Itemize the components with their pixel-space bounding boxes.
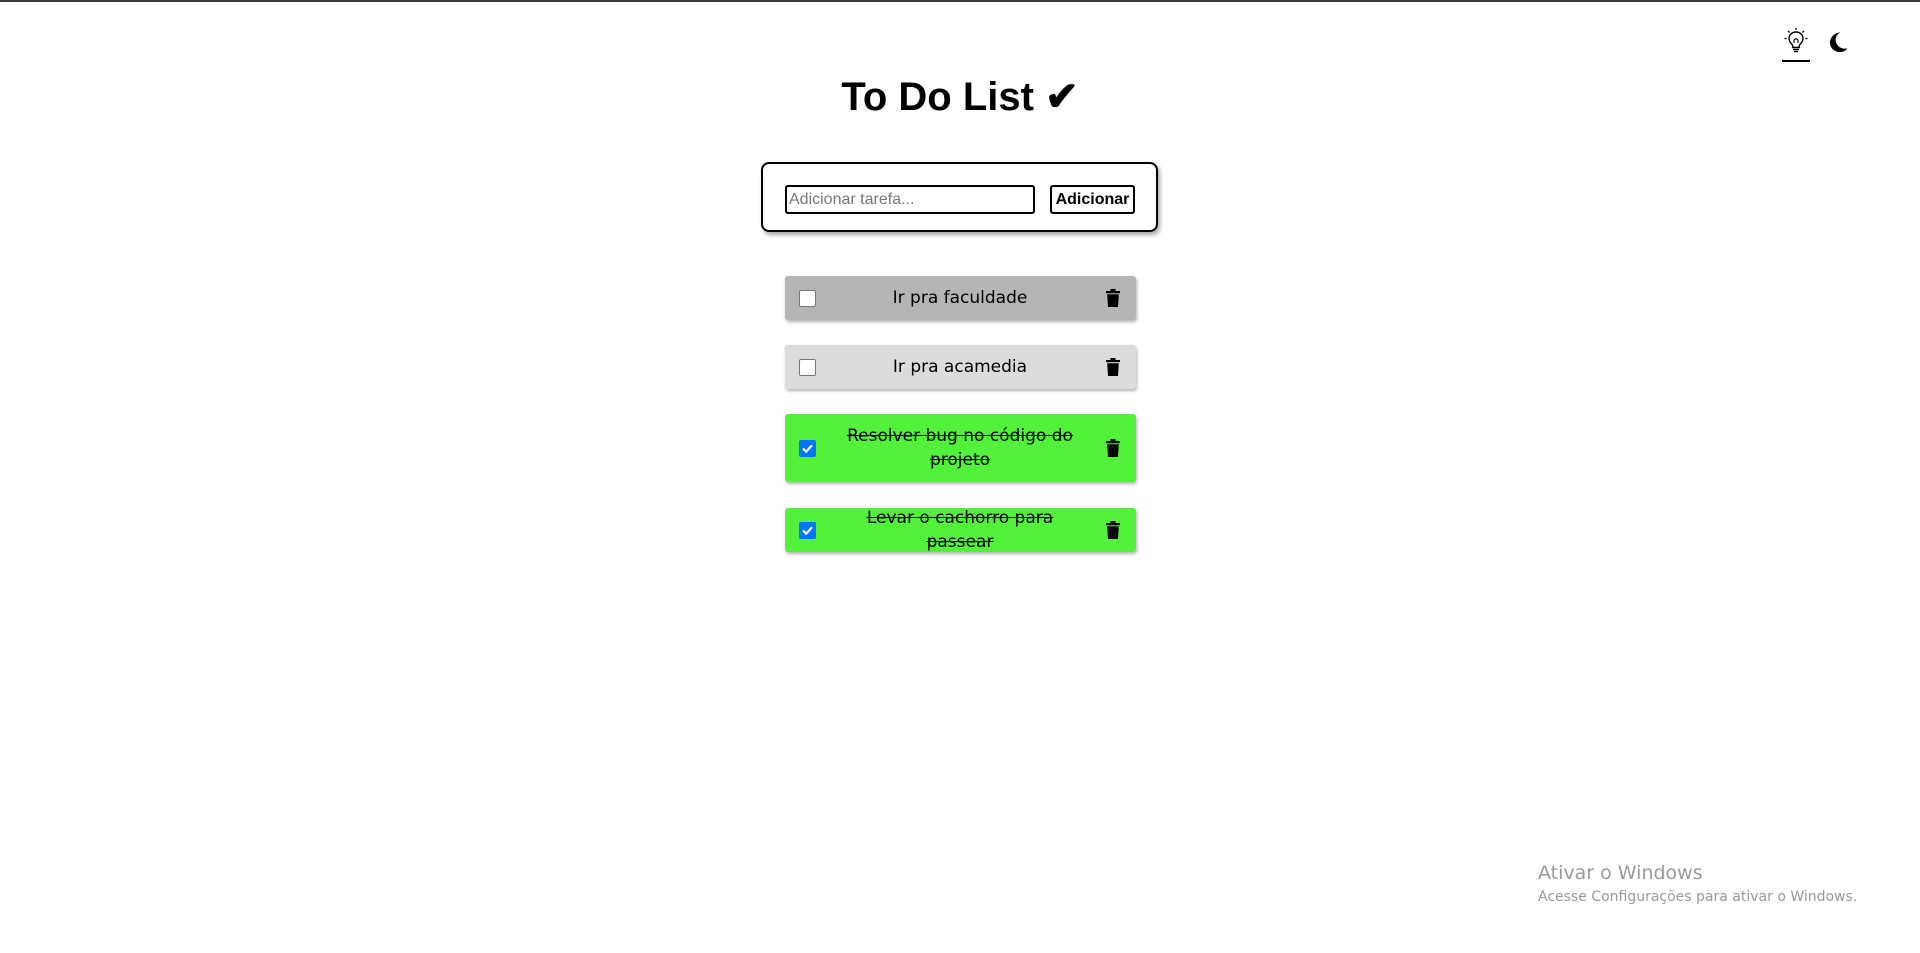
windows-activation-watermark: Ativar o Windows Acesse Configurações pa… (1538, 860, 1857, 908)
add-button[interactable]: Adicionar (1050, 185, 1135, 214)
trash-icon[interactable] (1106, 289, 1120, 307)
dark-theme-button[interactable] (1824, 25, 1852, 61)
task-text: Resolver bug no código do projeto (847, 426, 1073, 470)
trash-icon[interactable] (1106, 358, 1120, 376)
top-border (0, 0, 1920, 2)
task-item: Ir pra faculdade (785, 276, 1136, 320)
trash-icon[interactable] (1106, 521, 1120, 539)
lightbulb-icon (1784, 28, 1808, 53)
theme-toggles (1782, 24, 1852, 62)
task-text: Ir pra acamedia (892, 357, 1028, 377)
checkmark-icon (802, 525, 813, 535)
task-item: Resolver bug no código do projeto (785, 414, 1136, 482)
trash-icon[interactable] (1106, 439, 1120, 457)
page-title: To Do List ✔ (841, 75, 1079, 119)
task-list: Ir pra faculdade Ir pra acamedia Resolve… (785, 276, 1136, 577)
task-checkbox[interactable] (799, 289, 816, 307)
task-input[interactable] (785, 185, 1035, 214)
checkmark-icon (802, 443, 813, 453)
watermark-title: Ativar o Windows (1538, 862, 1703, 884)
task-item: Levar o cachorro para passear (785, 508, 1136, 552)
task-item: Ir pra acamedia (785, 345, 1136, 389)
add-task-form: Adicionar (761, 162, 1158, 232)
moon-icon (1830, 32, 1848, 52)
task-checkbox[interactable] (799, 358, 816, 376)
watermark-subtitle: Acesse Configurações para ativar o Windo… (1538, 889, 1858, 905)
task-text: Ir pra faculdade (892, 288, 1028, 308)
task-checkbox[interactable] (799, 521, 816, 539)
light-theme-button[interactable] (1782, 24, 1810, 62)
task-checkbox[interactable] (799, 439, 816, 457)
task-text: Levar o cachorro para passear (866, 508, 1054, 552)
